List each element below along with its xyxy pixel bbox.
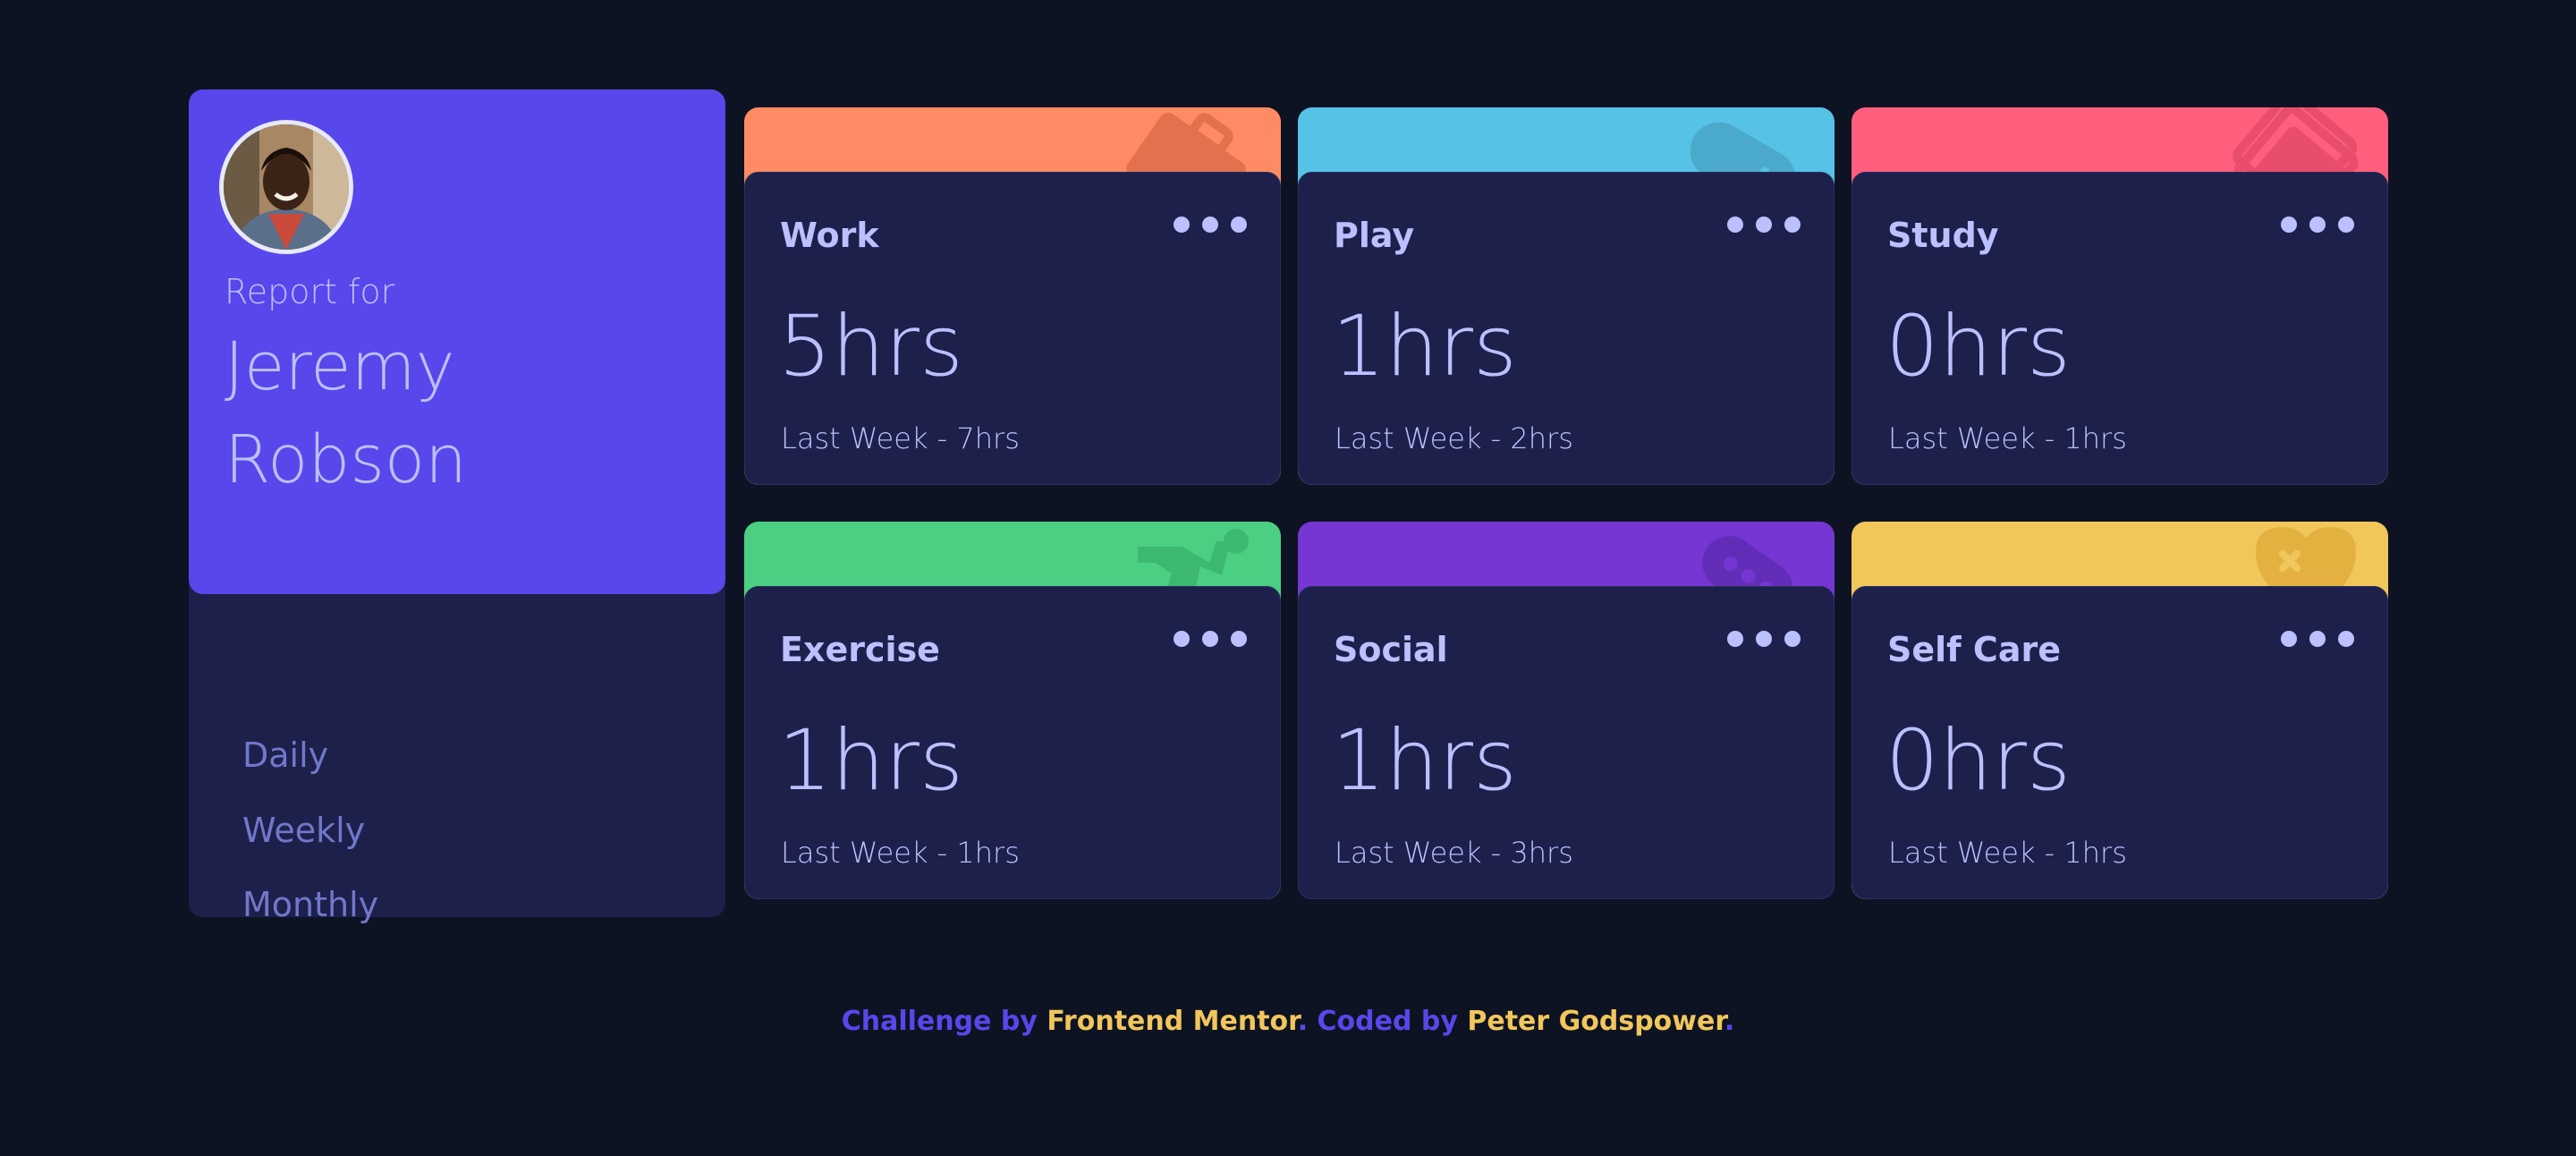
timeframe-monthly[interactable]: Monthly — [242, 885, 378, 924]
activity-card-play: Play 1hrs Last Week - 2hrs — [1298, 107, 1835, 485]
activity-previous-hours: Last Week - 2hrs — [1335, 421, 1573, 455]
ellipsis-icon[interactable] — [1726, 621, 1801, 657]
activity-card-work: Work 5hrs Last Week - 7hrs — [744, 107, 1281, 485]
timeframe-daily[interactable]: Daily — [242, 735, 328, 775]
activity-title: Self Care — [1887, 630, 2061, 669]
activity-current-hours: 1hrs — [778, 712, 964, 810]
ellipsis-icon[interactable] — [1173, 621, 1248, 657]
attribution-middle: . Coded by — [1297, 1006, 1468, 1037]
activity-card-body: Play 1hrs Last Week - 2hrs — [1298, 172, 1835, 485]
activity-current-hours: 0hrs — [1885, 712, 2072, 810]
profile-header: Report for Jeremy Robson — [189, 89, 725, 594]
activity-previous-hours: Last Week - 1hrs — [1888, 836, 2127, 870]
activity-title: Work — [780, 216, 879, 255]
ellipsis-icon[interactable] — [2280, 207, 2355, 242]
report-label: Report for — [225, 272, 395, 311]
activity-card-body: Work 5hrs Last Week - 7hrs — [744, 172, 1281, 485]
activity-title: Social — [1334, 630, 1448, 669]
timeframe-weekly[interactable]: Weekly — [242, 811, 365, 850]
activity-card-social: Social 1hrs Last Week - 3hrs — [1298, 522, 1835, 899]
activity-card-body: Study 0hrs Last Week - 1hrs — [1852, 172, 2388, 485]
activity-previous-hours: Last Week - 1hrs — [1888, 421, 2127, 455]
activity-current-hours: 1hrs — [1332, 712, 1518, 810]
activity-current-hours: 1hrs — [1332, 298, 1518, 395]
activity-current-hours: 5hrs — [778, 298, 964, 395]
activity-previous-hours: Last Week - 3hrs — [1335, 836, 1573, 870]
attribution-footer: Challenge by Frontend Mentor. Coded by P… — [0, 1006, 2576, 1037]
activity-title: Study — [1887, 216, 1999, 255]
activity-previous-hours: Last Week - 1hrs — [781, 836, 1020, 870]
profile-card: Report for Jeremy Robson Daily Weekly Mo… — [189, 89, 725, 924]
activity-card-self-care: Self Care 0hrs Last Week - 1hrs — [1852, 522, 2388, 899]
author-link[interactable]: Peter Godspower — [1467, 1006, 1724, 1037]
attribution-prefix: Challenge by — [841, 1006, 1047, 1037]
activity-card-exercise: Exercise 1hrs Last Week - 1hrs — [744, 522, 1281, 899]
activity-title: Play — [1334, 216, 1415, 255]
activity-card-body: Exercise 1hrs Last Week - 1hrs — [744, 586, 1281, 899]
avatar-image — [224, 124, 349, 250]
frontend-mentor-link[interactable]: Frontend Mentor — [1046, 1006, 1297, 1037]
activity-current-hours: 0hrs — [1885, 298, 2072, 395]
activity-card-study: Study 0hrs Last Week - 1hrs — [1852, 107, 2388, 485]
ellipsis-icon[interactable] — [1726, 207, 1801, 242]
activity-title: Exercise — [780, 630, 940, 669]
activity-card-body: Social 1hrs Last Week - 3hrs — [1298, 586, 1835, 899]
user-name: Jeremy Robson — [225, 328, 468, 498]
activity-previous-hours: Last Week - 7hrs — [781, 421, 1020, 455]
avatar — [219, 120, 353, 254]
activity-card-body: Self Care 0hrs Last Week - 1hrs — [1852, 586, 2388, 899]
ellipsis-icon[interactable] — [2280, 621, 2355, 657]
attribution-suffix: . — [1724, 1006, 1735, 1037]
ellipsis-icon[interactable] — [1173, 207, 1248, 242]
